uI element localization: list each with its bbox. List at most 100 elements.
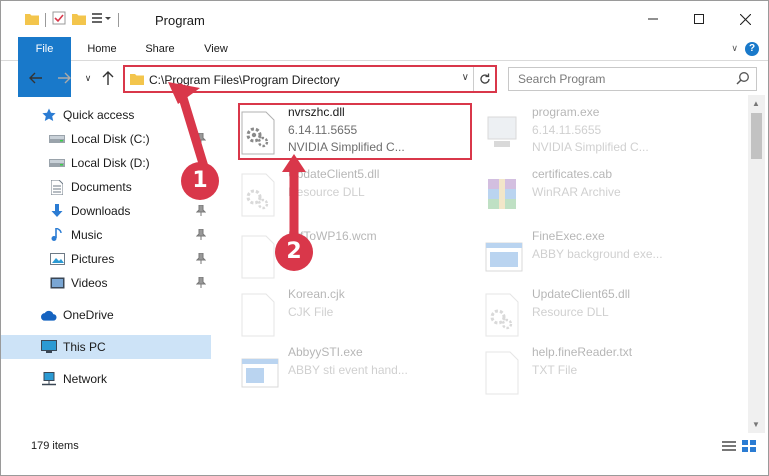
sidebar-item-music[interactable]: Music [1,223,211,247]
dll-gear-icon [240,173,280,217]
address-bar[interactable]: C:\Program Files\Program Directory ∨ [123,65,497,93]
sidebar-item-downloads[interactable]: Downloads [1,199,211,223]
sidebar-item-videos[interactable]: Videos [1,271,211,295]
details-view-icon[interactable] [722,440,736,455]
customize-toolbar-icon[interactable] [92,12,112,27]
toolbar-divider [118,12,119,27]
refresh-button[interactable] [473,67,495,91]
ribbon-tabs: File Home Share View ∨ ? [1,37,768,97]
pictures-icon [49,251,65,267]
help-button[interactable]: ? [745,42,759,56]
file-item-fineexec-exe[interactable]: FineExec.exe ABBY background exe... [484,229,719,289]
file-item-rtftowp16-wcm[interactable]: RtfToWP16.wcm [240,229,475,289]
sidebar-item-documents[interactable]: Documents [1,175,211,199]
file-item-help-finereader-txt[interactable]: help.fineReader.txt TXT File [484,345,719,405]
tab-view[interactable]: View [191,37,241,61]
back-button[interactable] [27,69,45,87]
scrollbar-thumb[interactable] [751,113,762,159]
sidebar-item-quick-access[interactable]: Quick access [1,103,211,127]
sidebar-item-pictures[interactable]: Pictures [1,247,211,271]
address-path[interactable]: C:\Program Files\Program Directory [149,73,340,87]
file-item-abbyysti-exe[interactable]: AbbyySTI.exe ABBY sti event hand... [240,345,475,405]
tiles-view-icon[interactable] [742,440,756,455]
file-type: TXT File [532,363,578,377]
sidebar-item-local-disk-c[interactable]: Local Disk (C:) [1,127,211,151]
chevron-down-icon[interactable]: ∨ [731,43,738,54]
file-item-korean-cjk[interactable]: Korean.cjk CJK File [240,287,475,347]
pin-icon[interactable] [195,132,207,147]
forward-button[interactable] [55,69,73,87]
documents-icon [49,179,65,195]
file-description: NVIDIA Simplified C... [532,140,649,154]
arrow-left-icon [29,72,42,84]
quick-access-toolbar [25,11,119,28]
videos-icon [49,275,65,291]
sidebar-item-this-pc[interactable]: This PC [1,335,211,359]
pin-icon[interactable] [195,276,207,291]
chevron-down-icon: ∨ [84,72,92,83]
chevron-up-icon[interactable]: ▲ [752,99,760,108]
sidebar-item-label: Music [71,228,103,242]
file-item-updateclient5-dll[interactable]: UpdateClient5.dll Resource DLL [240,167,475,227]
up-button[interactable] [99,69,117,87]
file-item-program-exe[interactable]: program.exe 6.14.11.5655 NVIDIA Simplifi… [484,105,719,165]
file-description: ABBY background exe... [532,247,663,261]
search-input[interactable]: Search Program [518,72,605,86]
navigation-pane: Quick access Local Disk (C:) Local Disk … [1,95,213,433]
file-type: CJK File [288,305,334,319]
callout-step-1: 1 [181,162,219,200]
sidebar-item-label: Local Disk (D:) [71,156,150,170]
pin-icon[interactable] [195,228,207,243]
new-folder-icon[interactable] [72,12,86,28]
search-box[interactable]: Search Program [508,67,757,91]
sidebar-item-label: Downloads [71,204,131,218]
tab-share[interactable]: Share [133,37,187,61]
sidebar-item-label: Pictures [71,252,115,266]
recent-locations-button[interactable]: ∨ [79,69,97,87]
minimize-button[interactable] [630,1,676,37]
item-count: 179 items [31,440,79,452]
computer-icon [41,339,57,355]
file-icon [240,293,280,337]
network-icon [41,371,57,387]
sidebar-item-label: OneDrive [63,308,114,322]
maximize-button[interactable] [676,1,722,37]
sidebar-item-label: Quick access [63,108,135,122]
navigation-bar: ∨ C:\Program Files\Program Directory ∨ S… [1,63,768,93]
file-item-updateclient65-dll[interactable]: UpdateClient65.dll Resource DLL [484,287,719,347]
arrow-up-icon [102,71,114,85]
drive-icon [49,131,65,147]
file-item-certificates-cab[interactable]: certificates.cab WinRAR Archive [484,167,719,227]
file-type: Resource DLL [288,185,365,199]
close-button[interactable] [722,1,768,37]
sidebar-item-local-disk-d[interactable]: Local Disk (D:) [1,151,211,175]
chevron-down-icon[interactable]: ▼ [752,420,760,429]
file-explorer-window: Program File Home Share View ∨ ? ∨ C:\Pr… [0,0,769,476]
refresh-icon [479,73,490,84]
title-bar: Program [1,1,768,37]
vertical-scrollbar[interactable]: ▲ ▼ [748,95,765,433]
close-icon [739,13,751,25]
file-name: program.exe [532,105,600,119]
callout-step-2: 2 [275,233,313,271]
window-exe-icon [240,351,280,395]
file-name: UpdateClient5.dll [288,167,380,181]
file-type: WinRAR Archive [532,185,621,199]
sidebar-item-onedrive[interactable]: OneDrive [1,303,211,327]
pin-icon[interactable] [195,252,207,267]
sidebar-item-label: Network [63,372,108,386]
properties-check-icon[interactable] [52,11,66,28]
view-toggle [722,440,756,455]
chevron-down-icon[interactable]: ∨ [462,72,469,83]
file-name: FineExec.exe [532,229,605,243]
file-highlight-box [238,103,472,160]
search-icon [736,71,750,88]
pin-icon[interactable] [195,204,207,219]
folder-icon[interactable] [25,12,39,28]
toolbar-divider [45,12,46,27]
tab-home[interactable]: Home [75,37,129,61]
file-icon [240,235,280,279]
sidebar-item-network[interactable]: Network [1,367,211,391]
file-description: ABBY sti event hand... [288,363,408,377]
sidebar-item-label: Local Disk (C:) [71,132,150,146]
